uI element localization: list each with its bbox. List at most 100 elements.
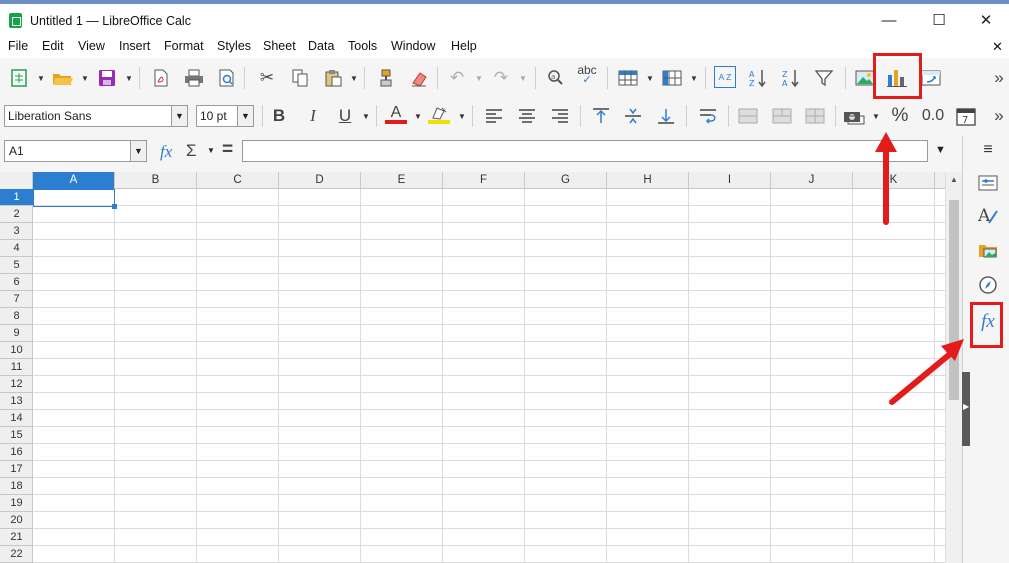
- functions-icon[interactable]: fx: [977, 311, 999, 333]
- print-preview-icon[interactable]: [216, 67, 238, 89]
- underline-dropdown-icon[interactable]: ▼: [362, 105, 370, 127]
- scrollbar-thumb[interactable]: [949, 200, 959, 400]
- row-dropdown-icon[interactable]: ▼: [646, 67, 654, 89]
- row-header-18[interactable]: 18: [0, 478, 33, 495]
- sort-icon[interactable]: A Z: [714, 66, 736, 88]
- undo-dropdown-icon[interactable]: ▼: [475, 67, 483, 89]
- bold-button[interactable]: B: [268, 105, 290, 127]
- row-header-13[interactable]: 13: [0, 393, 33, 410]
- copy-icon[interactable]: [289, 67, 311, 89]
- column-header-k[interactable]: K: [853, 172, 935, 189]
- minimize-button[interactable]: —: [878, 10, 900, 32]
- wrap-text-icon[interactable]: [697, 105, 719, 127]
- column-header-d[interactable]: D: [279, 172, 361, 189]
- row-header-16[interactable]: 16: [0, 444, 33, 461]
- row-header-4[interactable]: 4: [0, 240, 33, 257]
- row-header-2[interactable]: 2: [0, 206, 33, 223]
- column-dropdown-icon[interactable]: ▼: [690, 67, 698, 89]
- unmerge-cells-icon[interactable]: [804, 105, 826, 127]
- row-header-15[interactable]: 15: [0, 427, 33, 444]
- column-header-c[interactable]: C: [197, 172, 279, 189]
- row-header-17[interactable]: 17: [0, 461, 33, 478]
- row-header-12[interactable]: 12: [0, 376, 33, 393]
- column-header-i[interactable]: I: [689, 172, 771, 189]
- sum-dropdown-icon[interactable]: ▼: [207, 146, 215, 155]
- undo-icon[interactable]: ↶: [446, 67, 468, 89]
- close-window-button[interactable]: ✕: [975, 10, 997, 32]
- row-header-21[interactable]: 21: [0, 529, 33, 546]
- insert-chart-icon[interactable]: [886, 67, 908, 89]
- row-icon[interactable]: [617, 67, 639, 89]
- chevron-down-icon[interactable]: ▼: [237, 106, 253, 126]
- insert-image-icon[interactable]: [854, 67, 876, 89]
- pivot-table-icon[interactable]: [920, 67, 942, 89]
- sort-descending-icon[interactable]: ZA: [780, 67, 802, 89]
- menu-edit[interactable]: Edit: [42, 39, 64, 53]
- font-color-dropdown-icon[interactable]: ▼: [414, 105, 422, 127]
- chevron-down-icon[interactable]: ▼: [171, 106, 187, 126]
- open-dropdown-icon[interactable]: ▼: [81, 67, 89, 89]
- row-header-5[interactable]: 5: [0, 257, 33, 274]
- row-header-9[interactable]: 9: [0, 325, 33, 342]
- open-icon[interactable]: [52, 67, 74, 89]
- scroll-up-icon[interactable]: ▲: [950, 175, 958, 184]
- align-right-icon[interactable]: [549, 105, 571, 127]
- maximize-button[interactable]: ☐: [928, 10, 950, 32]
- close-document-button[interactable]: ✕: [992, 39, 1003, 55]
- column-icon[interactable]: [661, 67, 683, 89]
- menu-help[interactable]: Help: [451, 39, 477, 53]
- redo-icon[interactable]: ↷: [490, 67, 512, 89]
- print-icon[interactable]: [183, 67, 205, 89]
- column-header-j[interactable]: J: [771, 172, 853, 189]
- align-bottom-icon[interactable]: [655, 105, 677, 127]
- spelling-icon[interactable]: abc ✓: [576, 64, 598, 86]
- clone-formatting-icon[interactable]: [375, 67, 397, 89]
- menu-tools[interactable]: Tools: [348, 39, 377, 53]
- number-format-button[interactable]: 0.0: [920, 105, 946, 127]
- expand-formula-bar-icon[interactable]: ▼: [935, 144, 946, 156]
- italic-button[interactable]: I: [302, 105, 324, 127]
- merge-center-icon[interactable]: [737, 105, 759, 127]
- menu-window[interactable]: Window: [391, 39, 435, 53]
- new-spreadsheet-icon[interactable]: [8, 67, 30, 89]
- font-name-combobox[interactable]: Liberation Sans ▼: [4, 105, 188, 127]
- menu-data[interactable]: Data: [308, 39, 334, 53]
- column-header-b[interactable]: B: [115, 172, 197, 189]
- row-header-14[interactable]: 14: [0, 410, 33, 427]
- sort-ascending-icon[interactable]: AZ: [747, 67, 769, 89]
- row-header-8[interactable]: 8: [0, 308, 33, 325]
- menu-file[interactable]: File: [8, 39, 28, 53]
- column-header-f[interactable]: F: [443, 172, 525, 189]
- spreadsheet-grid[interactable]: A B C D E F G H I J K 1 2 3 4 5 6 7 8 9 10 11 12 13 1…: [0, 172, 945, 563]
- paste-dropdown-icon[interactable]: ▼: [350, 67, 358, 89]
- align-center-icon[interactable]: [516, 105, 538, 127]
- more-tools-icon[interactable]: »: [988, 67, 1009, 89]
- font-size-combobox[interactable]: 10 pt ▼: [196, 105, 254, 127]
- formula-input[interactable]: [242, 140, 928, 162]
- menu-insert[interactable]: Insert: [119, 39, 150, 53]
- align-top-icon[interactable]: [590, 105, 612, 127]
- column-header-e[interactable]: E: [361, 172, 443, 189]
- row-header-6[interactable]: 6: [0, 274, 33, 291]
- sidebar-collapse-handle[interactable]: ▶: [962, 372, 970, 446]
- redo-dropdown-icon[interactable]: ▼: [519, 67, 527, 89]
- sum-icon[interactable]: Σ: [186, 141, 197, 161]
- export-pdf-icon[interactable]: [150, 67, 172, 89]
- column-header-g[interactable]: G: [525, 172, 607, 189]
- row-header-11[interactable]: 11: [0, 359, 33, 376]
- name-box[interactable]: A1 ▼: [4, 140, 147, 162]
- function-wizard-icon[interactable]: fx: [160, 142, 172, 162]
- sidebar-menu-icon[interactable]: ≡: [977, 139, 999, 161]
- row-header-19[interactable]: 19: [0, 495, 33, 512]
- find-replace-icon[interactable]: a: [545, 67, 567, 89]
- save-icon[interactable]: [96, 67, 118, 89]
- autofilter-icon[interactable]: [813, 67, 835, 89]
- clear-formatting-icon[interactable]: [408, 67, 430, 89]
- new-dropdown-icon[interactable]: ▼: [37, 67, 45, 89]
- percent-format-button[interactable]: %: [889, 105, 911, 127]
- cut-icon[interactable]: ✂: [256, 67, 278, 89]
- row-header-22[interactable]: 22: [0, 546, 33, 563]
- currency-format-icon[interactable]: [843, 105, 865, 127]
- navigator-icon[interactable]: [977, 274, 999, 296]
- cell-area[interactable]: [33, 189, 945, 563]
